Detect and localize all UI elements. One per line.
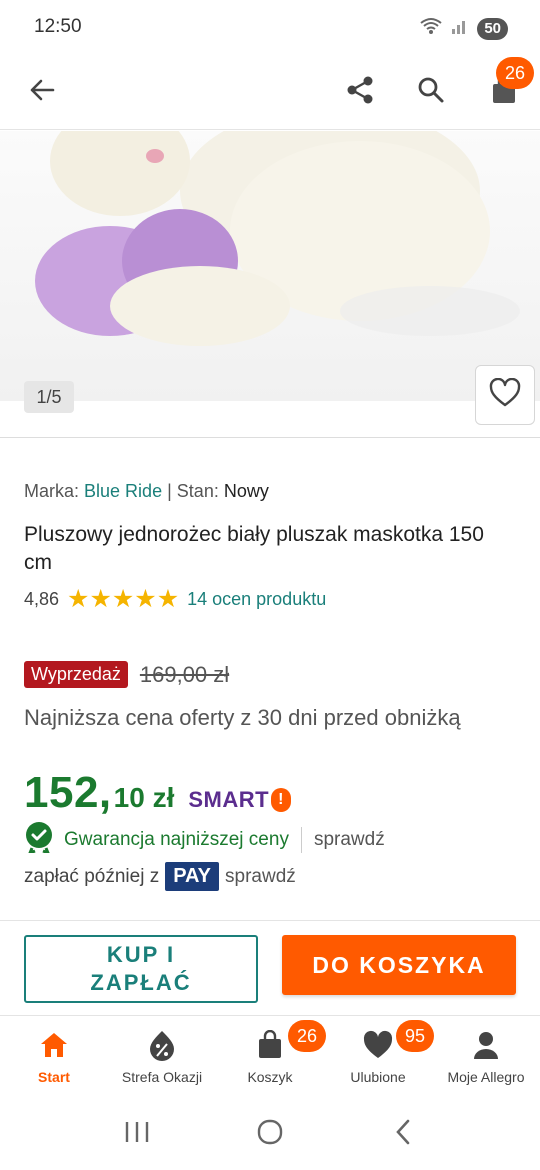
- add-to-favorites-button[interactable]: [475, 365, 535, 425]
- status-time: 12:50: [34, 16, 82, 37]
- wifi-icon: [419, 16, 443, 41]
- system-back-button[interactable]: [379, 1110, 427, 1158]
- status-icons: 50: [419, 16, 508, 41]
- search-button[interactable]: [407, 68, 455, 116]
- divider: [300, 827, 302, 853]
- buy-now-line2: ZAPŁAĆ: [90, 970, 192, 995]
- status-bar: 12:50 50: [0, 0, 540, 56]
- search-icon: [417, 76, 445, 109]
- shield-check-icon: [24, 821, 54, 859]
- star-rating-icon: ★★★★★: [67, 585, 180, 613]
- percent-bag-icon: [146, 1029, 178, 1061]
- buy-now-button[interactable]: KUP I ZAPŁAĆ: [24, 935, 258, 1003]
- add-to-cart-button[interactable]: DO KOSZYKA: [282, 935, 516, 995]
- pay-later-row: zapłać później z PAY sprawdź: [24, 862, 296, 891]
- nav-item-koszyk[interactable]: Koszyk 26: [216, 1017, 326, 1097]
- recent-apps-button[interactable]: [113, 1110, 161, 1158]
- brand-label: Marka:: [24, 481, 80, 501]
- brand-link[interactable]: Blue Ride: [84, 481, 162, 501]
- buy-now-line1: KUP I: [106, 942, 176, 967]
- rating-value: 4,86: [24, 588, 60, 609]
- smart-badge[interactable]: SMART !: [188, 787, 292, 813]
- signal-icon: [451, 17, 469, 40]
- share-icon: [345, 75, 375, 110]
- smart-exclamation-icon: !: [271, 788, 292, 812]
- guarantee-text: Gwarancja najniższej ceny: [64, 829, 289, 850]
- battery-indicator: 50: [477, 17, 508, 40]
- bag-icon: [254, 1029, 286, 1061]
- product-image: [0, 131, 540, 401]
- pay-later-text: zapłać później z: [24, 865, 160, 887]
- nav-item-strefa-okazji[interactable]: Strefa Okazji: [108, 1017, 216, 1097]
- nav-item-start[interactable]: Start: [0, 1017, 108, 1097]
- guarantee-row: Gwarancja najniższej ceny sprawdź: [24, 821, 385, 859]
- product-title: Pluszowy jednorożec biały pluszak maskot…: [24, 523, 484, 574]
- nav-item-ulubione[interactable]: Ulubione 95: [324, 1017, 434, 1097]
- nav-item-moje-allegro[interactable]: Moje Allegro: [432, 1017, 540, 1097]
- heart-outline-icon: [489, 377, 521, 413]
- condition-value: Nowy: [223, 481, 269, 501]
- app-header: [0, 56, 540, 130]
- favorites-count-badge: 95: [396, 1020, 434, 1052]
- nav-label: Strefa Okazji: [121, 1069, 203, 1085]
- price-main: 152,: [24, 768, 112, 817]
- smart-label: SMART: [188, 787, 270, 812]
- sale-badge: Wyprzedaż: [24, 661, 128, 688]
- bottom-navigation: Start Strefa Okazji Koszyk 26 Ulubione 9…: [0, 1017, 540, 1097]
- cart-count-badge: 26: [288, 1020, 326, 1052]
- lowest-price-note: Najniższa cena oferty z 30 dni przed obn…: [24, 705, 461, 730]
- nav-label: Start: [38, 1069, 70, 1085]
- brand-condition-line: Marka: Blue Ride | Stan: Nowy: [24, 481, 269, 502]
- reviews-link[interactable]: 14 ocen produktu: [187, 589, 326, 610]
- nav-label: Moje Allegro: [447, 1069, 525, 1085]
- chevron-left-icon: [393, 1118, 413, 1151]
- cart-count-badge: 26: [496, 57, 534, 89]
- user-icon: [470, 1029, 502, 1061]
- heart-icon: [362, 1029, 394, 1061]
- pay-badge: PAY: [165, 862, 220, 891]
- price-fraction: 10 zł: [113, 782, 175, 813]
- recent-apps-icon: [123, 1120, 151, 1149]
- action-bar: KUP I ZAPŁAĆ DO KOSZYKA: [0, 920, 540, 1016]
- system-navigation: [0, 1098, 540, 1170]
- nav-label: Koszyk: [247, 1069, 293, 1085]
- arrow-left-icon: [28, 76, 56, 109]
- price-row: 152, 10 zł SMART !: [24, 768, 292, 818]
- old-price: 169,00 zł: [139, 661, 230, 687]
- image-counter: 1/5: [24, 381, 74, 413]
- pay-check-link[interactable]: sprawdź: [225, 866, 296, 888]
- nav-label: Ulubione: [350, 1069, 406, 1085]
- rating-row: 4,86 ★★★★★ 14 ocen produktu: [24, 585, 326, 613]
- home-button[interactable]: [246, 1110, 294, 1158]
- separator: |: [167, 481, 172, 501]
- home-circle-icon: [256, 1118, 284, 1151]
- home-icon: [38, 1029, 70, 1061]
- share-button[interactable]: [336, 68, 384, 116]
- product-gallery[interactable]: 1/5: [0, 131, 540, 438]
- guarantee-check-link[interactable]: sprawdź: [314, 829, 385, 851]
- condition-label: Stan:: [176, 481, 219, 501]
- back-button[interactable]: [18, 68, 66, 116]
- old-price-row: Wyprzedaż 169,00 zł: [24, 661, 229, 688]
